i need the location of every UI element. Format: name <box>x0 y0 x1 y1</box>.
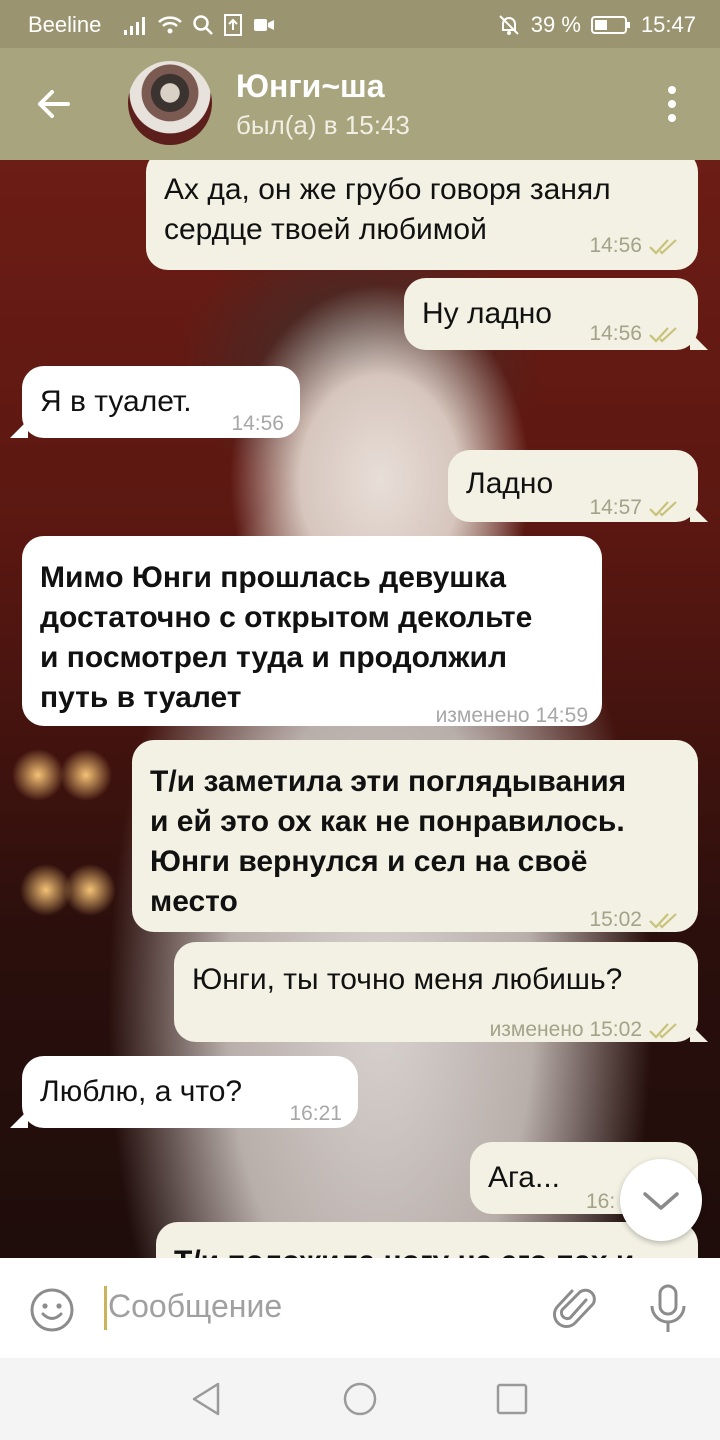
avatar[interactable] <box>128 61 212 145</box>
message-text-line: Ах да, он же грубо говоря занял <box>164 173 611 206</box>
carrier-name: Beeline <box>28 12 102 37</box>
message-bubble[interactable]: Ах да, он же грубо говоря занял сердце т… <box>146 160 698 270</box>
message-time: 14:57 <box>589 496 642 519</box>
contact-name[interactable]: Юнги~ша <box>236 68 384 105</box>
message-text-line: Я в туалет. <box>40 385 192 418</box>
battery-percent: 39 % <box>530 12 581 37</box>
double-check-icon <box>649 239 677 255</box>
scroll-down-button[interactable] <box>620 1159 702 1241</box>
double-check-icon <box>649 913 677 929</box>
status-bar: Beeline 39 % 15:47 <box>0 0 720 48</box>
message-bubble[interactable]: Я в туалет. 14:56 <box>22 366 300 438</box>
message-bubble[interactable]: Ну ладно 14:56 <box>404 278 698 350</box>
triangle-back-icon[interactable] <box>188 1380 224 1418</box>
message-bubble[interactable]: Юнги, ты точно меня любишь? изменено 15:… <box>174 942 698 1042</box>
system-navigation-bar <box>0 1358 720 1440</box>
message-text-line: и посмотрел туда и продолжил <box>40 641 508 674</box>
message-time: 15:02 <box>589 908 642 931</box>
text-cursor <box>104 1286 107 1330</box>
message-text-line: Т/и положила ногу на его пах и <box>174 1242 634 1258</box>
message-input[interactable]: Сообщение <box>108 1288 282 1325</box>
message-bubble[interactable]: Т/и положила ногу на его пах и <box>156 1222 698 1258</box>
message-input-bar: Сообщение <box>0 1258 720 1358</box>
message-text-line: Люблю, а что? <box>40 1075 243 1108</box>
message-text-line: Юнги, ты точно меня любишь? <box>192 963 623 996</box>
message-text-line: Ага... <box>488 1161 560 1194</box>
message-time: изменено 15:02 <box>489 1018 642 1041</box>
message-text-line: Мимо Юнги прошлась девушка <box>40 561 507 594</box>
smiley-icon[interactable] <box>28 1286 76 1334</box>
search-icon <box>193 15 213 35</box>
message-text-line: и ей это ох как не понравилось. <box>150 805 625 838</box>
bubble-tail <box>690 332 708 350</box>
circle-home-icon[interactable] <box>342 1380 378 1418</box>
message-time: изменено 14:59 <box>435 704 588 727</box>
square-recent-icon[interactable] <box>494 1380 530 1418</box>
message-text-line: место <box>150 885 238 918</box>
double-check-icon <box>649 327 677 343</box>
battery-icon <box>590 16 630 34</box>
chevron-down-icon <box>643 1192 679 1210</box>
upload-icon <box>224 14 242 36</box>
message-text-line: Ну ладно <box>422 297 552 330</box>
signal-icon <box>124 17 145 35</box>
double-check-icon <box>649 501 677 517</box>
message-time: 16: <box>586 1190 616 1213</box>
bubble-tail <box>690 504 708 522</box>
message-time: 14:56 <box>231 412 284 435</box>
clock: 15:47 <box>640 12 696 37</box>
message-bubble[interactable]: Ладно 14:57 <box>448 450 698 522</box>
message-time: 14:56 <box>589 234 642 257</box>
message-list[interactable]: Ах да, он же грубо говоря занял сердце т… <box>0 160 720 1258</box>
paperclip-icon[interactable] <box>552 1284 600 1334</box>
message-text-line: Т/и заметила эти поглядывания <box>150 765 627 798</box>
message-bubble[interactable]: Люблю, а что? 16:21 <box>22 1056 358 1128</box>
bubble-tail <box>10 420 28 438</box>
message-text-line: Ладно <box>466 467 554 500</box>
mute-bell-icon <box>499 15 519 35</box>
more-vertical-icon[interactable] <box>662 84 682 124</box>
message-time: 16:21 <box>289 1102 342 1125</box>
microphone-icon[interactable] <box>646 1282 690 1336</box>
wifi-icon <box>158 16 182 34</box>
arrow-left-icon[interactable] <box>34 84 74 124</box>
message-text-line: достаточно с открытом декольте <box>40 601 533 634</box>
message-bubble[interactable]: Мимо Юнги прошлась девушка достаточно с … <box>22 536 602 727</box>
message-time: 14:56 <box>589 322 642 345</box>
message-text-line: сердце твоей любимой <box>164 213 487 246</box>
last-seen: был(а) в 15:43 <box>236 110 410 140</box>
chat-header: Юнги~ша был(а) в 15:43 <box>0 48 720 160</box>
video-icon <box>254 19 274 31</box>
double-check-icon <box>649 1023 677 1039</box>
message-text-line: Юнги вернулся и сел на своё <box>150 845 588 878</box>
message-bubble[interactable]: Т/и заметила эти поглядывания и ей это о… <box>132 740 698 932</box>
